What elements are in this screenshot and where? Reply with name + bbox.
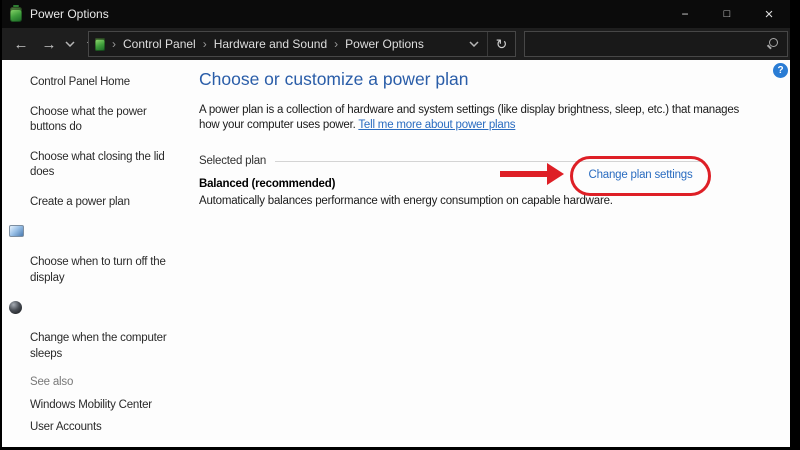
sidebar-item-turn-off-display[interactable]: Choose when to turn off the display <box>30 224 182 286</box>
battery-icon <box>10 7 22 22</box>
sidebar-item-control-panel-home[interactable]: Control Panel Home <box>30 75 182 91</box>
breadcrumb-hardware-and-sound[interactable]: Hardware and Sound <box>214 37 327 51</box>
window-controls: − □ × <box>664 0 790 28</box>
sidebar-item-label: Change when the computer sleeps <box>30 332 167 360</box>
sidebar-item-closing-lid[interactable]: Choose what closing the lid does <box>30 150 182 181</box>
annotation-arrow <box>500 171 547 177</box>
sleep-icon <box>9 301 22 314</box>
selected-plan-label: Selected plan <box>199 155 266 167</box>
minimize-button[interactable]: − <box>664 0 706 28</box>
intro-paragraph: A power plan is a collection of hardware… <box>199 103 713 133</box>
plan-description: Automatically balances performance with … <box>199 195 713 207</box>
battery-icon <box>95 38 105 51</box>
intro-line-2: how your computer uses power. Tell me mo… <box>199 118 713 133</box>
maximize-button[interactable]: □ <box>706 0 748 28</box>
breadcrumb-power-options[interactable]: Power Options <box>345 37 424 51</box>
address-bar[interactable]: › Control Panel › Hardware and Sound › P… <box>88 31 516 57</box>
annotation-arrow-head <box>547 163 564 185</box>
refresh-icon[interactable]: ↻ <box>487 32 515 56</box>
search-input[interactable] <box>525 37 765 51</box>
annotation-highlight-oval: Change plan settings <box>570 156 711 196</box>
sidebar: Control Panel Home Choose what the power… <box>2 60 198 447</box>
search-box[interactable] <box>524 31 788 57</box>
close-button[interactable]: × <box>748 0 790 28</box>
recent-pages-chevron-icon[interactable] <box>62 28 78 60</box>
power-options-window: Power Options − □ × ← → ↑ › Control Pane… <box>2 0 790 447</box>
window-title: Power Options <box>30 7 109 21</box>
content-area: ? Control Panel Home Choose what the pow… <box>2 60 790 447</box>
intro-line-1: A power plan is a collection of hardware… <box>199 103 713 118</box>
breadcrumb-separator: › <box>112 37 116 51</box>
titlebar: Power Options − □ × <box>2 0 790 28</box>
sidebar-item-create-power-plan[interactable]: Create a power plan <box>30 195 182 211</box>
breadcrumb-separator: › <box>203 37 207 51</box>
change-plan-settings-link[interactable]: Change plan settings <box>573 169 708 181</box>
sidebar-item-computer-sleeps[interactable]: Change when the computer sleeps <box>30 300 182 362</box>
see-also-heading: See also <box>30 376 152 388</box>
sidebar-item-windows-mobility-center[interactable]: Windows Mobility Center <box>30 398 152 412</box>
sidebar-item-label: Choose when to turn off the display <box>30 256 166 284</box>
help-icon[interactable]: ? <box>773 63 788 78</box>
sidebar-item-user-accounts[interactable]: User Accounts <box>30 420 152 434</box>
breadcrumb-separator: › <box>334 37 338 51</box>
monitor-icon <box>9 225 24 237</box>
page-title: Choose or customize a power plan <box>199 69 713 90</box>
back-button[interactable]: ← <box>8 28 34 60</box>
intro-line-2-text: how your computer uses power. <box>199 119 358 131</box>
forward-button[interactable]: → <box>36 28 62 60</box>
tell-me-more-link[interactable]: Tell me more about power plans <box>358 119 515 131</box>
see-also-section: See also Windows Mobility Center User Ac… <box>30 376 152 442</box>
sidebar-item-power-buttons[interactable]: Choose what the power buttons do <box>30 105 182 136</box>
main-panel: Choose or customize a power plan A power… <box>199 60 713 447</box>
navigation-bar: ← → ↑ › Control Panel › Hardware and Sou… <box>2 28 790 60</box>
magnifier-icon <box>765 37 779 51</box>
address-dropdown-chevron-icon[interactable] <box>461 32 487 56</box>
breadcrumb-control-panel[interactable]: Control Panel <box>123 37 196 51</box>
